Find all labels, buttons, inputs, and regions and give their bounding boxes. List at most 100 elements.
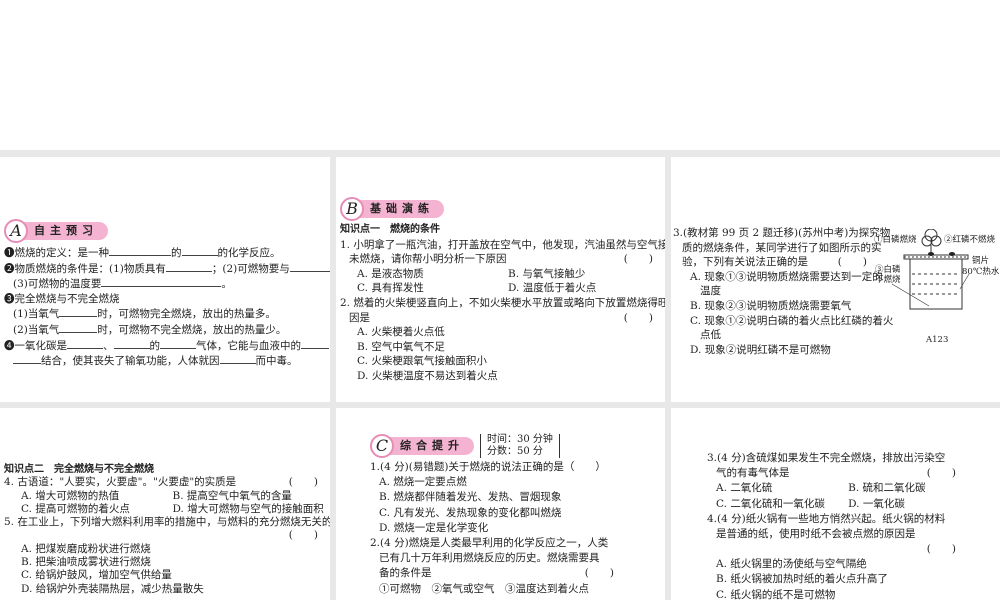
blank[interactable]: [289, 261, 330, 272]
slide-self-study[interactable]: A 自主预习 ❶燃烧的定义：是一种 的 的化学反应。 ❷物质燃烧的条件是：(1)物质具…: [0, 157, 330, 402]
blank[interactable]: [13, 353, 41, 365]
option-c[interactable]: C. 具有挥发性: [357, 281, 508, 296]
text: ❶燃烧的定义：是一种: [4, 247, 109, 259]
question-3: 3.(4 分)含硫煤如果发生不完全燃烧，排放出污染空: [707, 452, 946, 464]
text: (3)可燃物的温度要: [13, 278, 102, 291]
option-c[interactable]: C. 现象①②说明白磷的着火点比红磷的着火: [673, 314, 893, 329]
option-a[interactable]: A. 燃烧一定要点燃: [370, 475, 665, 490]
blank[interactable]: [59, 306, 98, 318]
text: 备的条件是: [379, 567, 432, 580]
option-b[interactable]: B. 现象②③说明物质燃烧需要氧气: [673, 299, 873, 314]
slide-basic-practice[interactable]: B 基础演练 知识点一 燃烧的条件 1. 小明拿了一瓶汽油，打开盖放在空气中，他发…: [336, 157, 665, 402]
text: ❷物质燃烧的条件是：(1)物质具有: [4, 262, 166, 275]
answer-bracket[interactable]: ( ): [624, 311, 659, 326]
question-3-cont: 质的燃烧条件，某同学进行了如图所示的实: [682, 241, 882, 254]
figure-caption: A123: [926, 335, 949, 345]
option-c[interactable]: C. 火柴梗跟氧气接触面积小: [340, 354, 659, 369]
option-a[interactable]: A. 增大可燃物的热值: [21, 490, 173, 503]
option-a[interactable]: A. 火柴梗着火点低: [340, 325, 659, 340]
blank[interactable]: [181, 245, 218, 256]
blank[interactable]: [165, 261, 212, 272]
item-3-1: (1)当氧气 时，可燃物完全燃烧，放出的热量多。: [4, 306, 330, 322]
option-b[interactable]: B. 把柴油喷成雾状进行燃烧: [4, 556, 324, 569]
option-d[interactable]: D. 给锅炉外壳装隔热层，减少热量散失: [4, 583, 324, 596]
option-a[interactable]: A. 把煤炭磨成粉状进行燃烧: [4, 543, 324, 556]
option-a[interactable]: A. 二氧化硫: [716, 481, 848, 496]
experiment-figure: ①白磷燃烧 ②红磷不燃烧 铜片 80℃热水 ③白磷 不燃烧 A123: [874, 229, 1000, 349]
text: 时，可燃物不完全燃烧，放出的热量少。: [97, 323, 287, 336]
item-3: ❸完全燃烧与不完全燃烧: [4, 292, 120, 305]
text: 结合，使其丧失了输氧功能，人体就因: [41, 355, 220, 368]
text: 而中毒。: [255, 355, 298, 368]
blank[interactable]: [109, 245, 171, 256]
option-c[interactable]: C. 提高可燃物的着火点: [21, 503, 173, 516]
options-row: A. 二氧化硫 B. 硫和二氧化碳: [707, 481, 962, 496]
question-5: 5. 在工业上，下列增大燃料利用率的措施中，与燃料的充分燃烧无关的是: [4, 516, 330, 529]
blank[interactable]: [219, 353, 256, 365]
option-d[interactable]: D. 温度低于着火点: [508, 281, 659, 296]
option-b[interactable]: B. 硫和二氧化碳: [848, 481, 962, 496]
options-row: A. 是液态物质 B. 与氧气接触少: [340, 267, 659, 282]
item-2: ❷物质燃烧的条件是：(1)物质具有；(2)可燃物要与；: [4, 261, 330, 277]
option-a[interactable]: A. 现象①③说明物质燃烧需要达到一定的: [673, 270, 883, 285]
answer-bracket[interactable]: ( ): [624, 252, 659, 267]
question-1: 1.(4 分)(易错题)关于燃烧的说法正确的是（ ）: [370, 461, 606, 473]
blank[interactable]: [67, 338, 103, 349]
text: 的化学反应。: [217, 247, 281, 259]
knowledge-point-2: 知识点二 完全燃烧与不完全燃烧: [4, 464, 154, 475]
option-d[interactable]: D. 燃烧一定是化学变化: [370, 521, 665, 536]
slide-question-3[interactable]: 3.(教材第 99 页 2 题迁移)(苏州中考)为探究物 质的燃烧条件，某同学进…: [671, 157, 1000, 402]
answer-bracket[interactable]: ( ): [838, 255, 873, 270]
question-1: 1. 小明拿了一瓶汽油，打开盖放在空气中，他发现，汽油虽然与空气接触，但并: [340, 238, 665, 251]
text: ❹一氧化碳是: [4, 339, 67, 352]
option-c[interactable]: C. 给锅炉鼓风，增加空气供给量: [4, 569, 324, 582]
blank[interactable]: [101, 276, 222, 288]
question-4: 4.(4 分)纸火锅有一些地方悄然兴起。纸火锅的材料: [707, 512, 946, 525]
blank[interactable]: [59, 322, 98, 333]
blank[interactable]: [301, 338, 329, 349]
option-d[interactable]: D. 火柴梗温度不易达到着火点: [340, 369, 659, 384]
answer-bracket[interactable]: ( ): [289, 476, 324, 489]
text: 未燃烧，请你帮小明分析一下原因: [349, 253, 507, 266]
option-d[interactable]: D. 一氧化碳: [848, 497, 962, 512]
option-b[interactable]: B. 空气中氧气不足: [340, 340, 659, 355]
question-2-cont: 已有几十万年利用燃烧反应的历史。燃烧需要具: [379, 552, 600, 565]
text: 、: [103, 339, 114, 352]
text: 气体，它能与血液中的: [196, 339, 301, 352]
options-row: C. 二氧化硫和一氧化碳 D. 一氧化碳: [707, 497, 962, 512]
blank[interactable]: [113, 338, 150, 349]
option-b[interactable]: B. 燃烧都伴随着发光、发热、冒烟现象: [370, 490, 665, 505]
item-4-cont: 结合，使其丧失了输氧功能，人体就因 而中毒。: [4, 353, 330, 369]
question-3-cont: 验，下列有关说法正确的是 ( ): [673, 255, 873, 270]
option-d[interactable]: D. 增大可燃物与空气的接触面积: [173, 503, 325, 516]
slide-knowledge-point-2[interactable]: 知识点二 完全燃烧与不完全燃烧 4. 古语道："人要实，火要虚"。"火要虚"的实…: [0, 408, 330, 600]
slide-comprehensive[interactable]: C 综合提升 时间：30 分钟 分数：50 分 1.(4 分)(易错题)关于燃烧的说…: [336, 408, 665, 600]
option-b[interactable]: B. 与氧气接触少: [508, 267, 659, 282]
item-2-cont: (3)可燃物的温度要 。: [4, 276, 330, 292]
text: (2)当氧气: [13, 323, 60, 336]
text: 4. 古语道："人要实，火要虚"。"火要虚"的实质是: [4, 476, 237, 489]
answer-bracket[interactable]: ( ): [289, 529, 324, 542]
question-2-cont: 备的条件是 ( ): [370, 566, 620, 581]
text: 的: [171, 247, 182, 259]
text: 验，下列有关说法正确的是: [682, 256, 808, 269]
section-badge-a: A 自主预习: [4, 219, 330, 243]
question-2: 2.(4 分)燃烧是人类最早利用的化学反应之一，人类: [370, 537, 609, 550]
option-b[interactable]: B. 纸火锅被加热时纸的着火点升高了: [707, 572, 962, 587]
text: ；(2)可燃物要与: [211, 262, 290, 275]
item-4: ❹一氧化碳是 、 的 气体，它能与血液中的: [4, 338, 330, 354]
option-c[interactable]: C. 凡有发光、发热现象的变化都叫燃烧: [370, 506, 665, 521]
option-a[interactable]: A. 纸火锅里的汤使纸与空气隔绝: [707, 557, 962, 572]
option-a[interactable]: A. 是液态物质: [357, 267, 508, 282]
text: 气的有毒气体是: [716, 467, 790, 480]
answer-bracket[interactable]: ( ): [927, 542, 962, 557]
option-c[interactable]: C. 二氧化硫和一氧化碳: [716, 497, 848, 512]
badge-letter: C: [370, 434, 394, 458]
answer-bracket[interactable]: ( ): [585, 566, 620, 581]
slide-questions-3-4[interactable]: 3.(4 分)含硫煤如果发生不完全燃烧，排放出污染空 气的有毒气体是 ( ) A.…: [671, 408, 1000, 600]
option-c[interactable]: C. 纸火锅的纸不是可燃物: [707, 588, 962, 600]
blank[interactable]: [160, 338, 196, 349]
answer-bracket[interactable]: ( ): [927, 466, 962, 481]
option-b[interactable]: B. 提高空气中氧气的含量: [173, 490, 325, 503]
option-d[interactable]: D. 现象②说明红磷不是可燃物: [673, 343, 873, 358]
